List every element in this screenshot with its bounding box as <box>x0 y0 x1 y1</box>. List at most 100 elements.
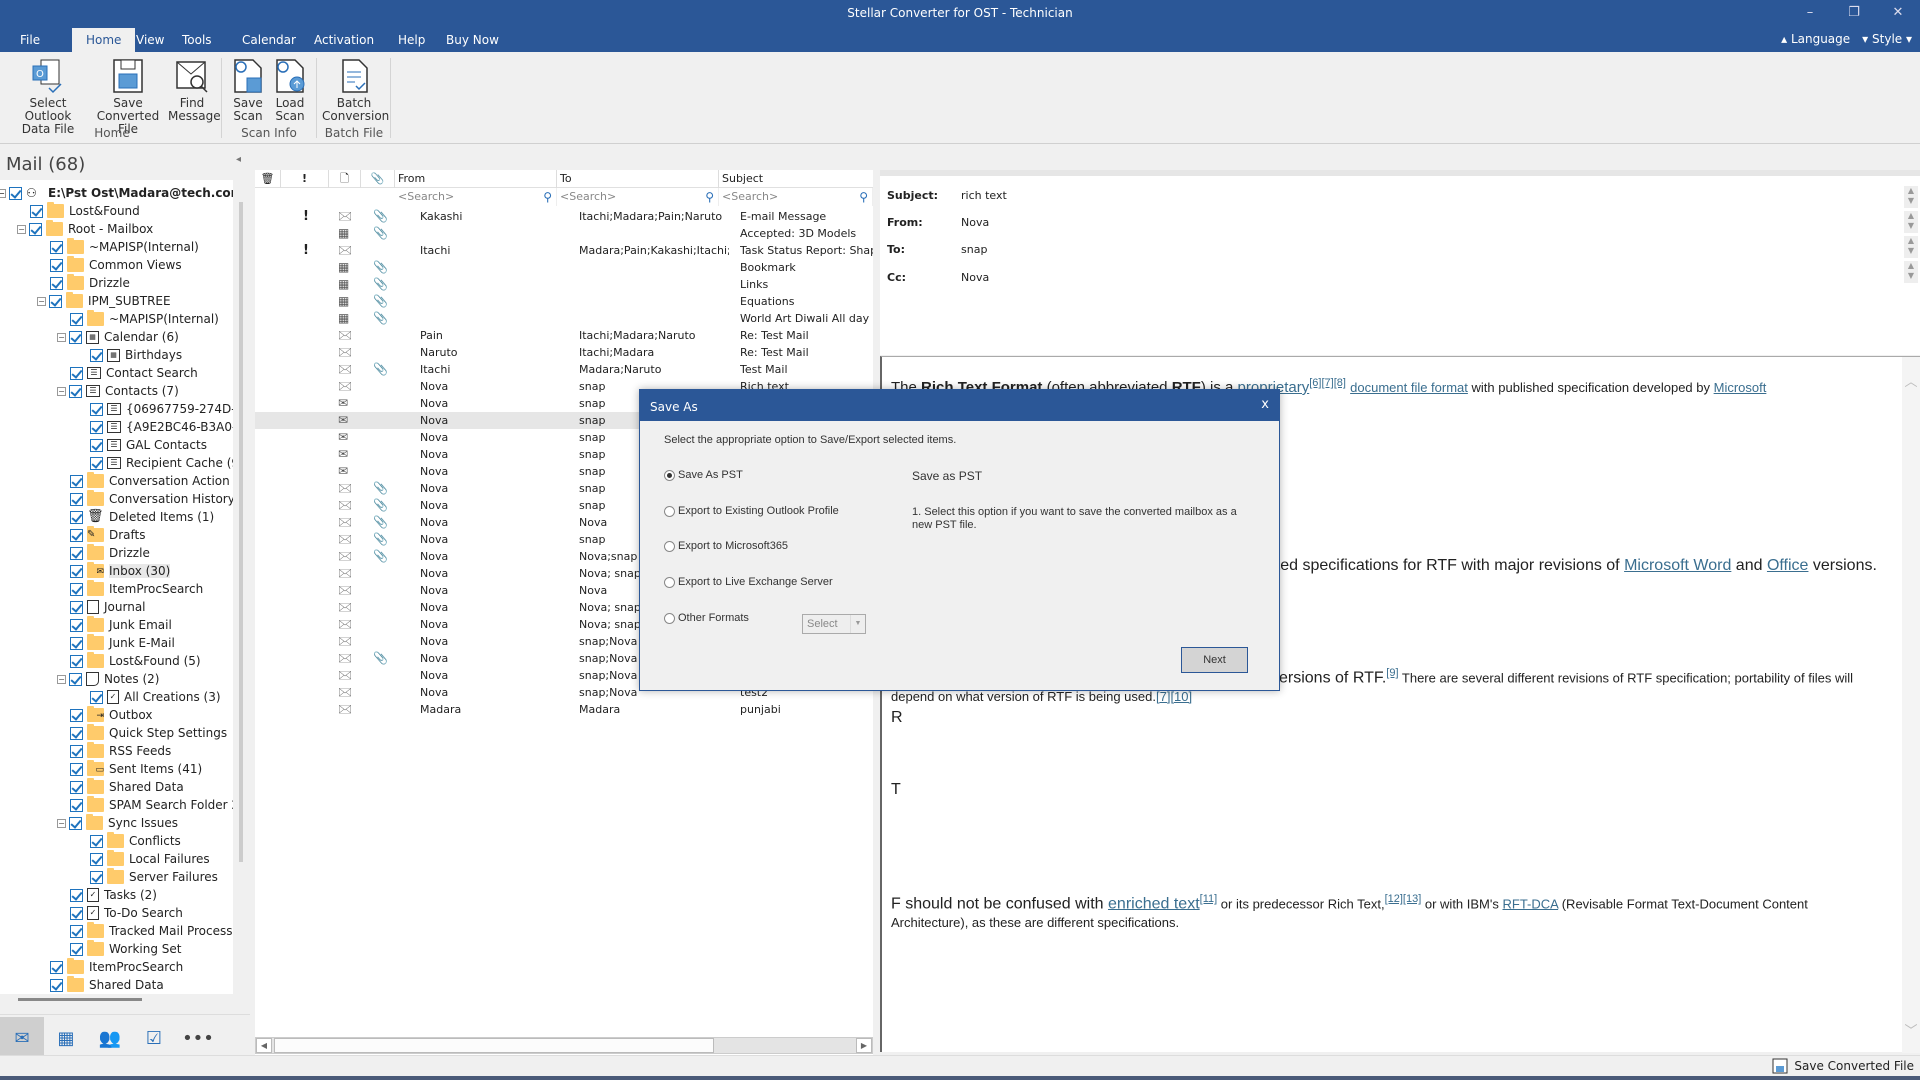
scroll-updown-icon[interactable]: ▲ ▼ <box>1904 186 1918 208</box>
tree-scrollbar[interactable] <box>239 202 243 862</box>
checkbox[interactable] <box>90 348 103 362</box>
radio-button[interactable] <box>664 612 675 624</box>
column-importance[interactable]: ! <box>281 170 329 188</box>
checkbox[interactable] <box>70 564 83 578</box>
checkbox[interactable] <box>70 600 83 614</box>
tree-item[interactable]: ⇥ Outbox <box>70 706 152 724</box>
tree-item[interactable]: Tracked Mail Processin <box>70 922 233 940</box>
option-other-formats[interactable]: Other Formats <box>664 612 749 624</box>
collapse-toggle-icon[interactable]: − <box>0 188 6 198</box>
next-button[interactable]: Next <box>1181 647 1248 673</box>
status-save-converted-button[interactable]: Save Converted File <box>1772 1058 1914 1074</box>
tree-item[interactable]: ✓ To-Do Search <box>70 904 183 922</box>
tree-horizontal-scrollbar[interactable] <box>18 998 142 1001</box>
checkbox[interactable] <box>69 384 82 398</box>
checkbox[interactable] <box>29 222 42 236</box>
citation-link[interactable]: [7][10] <box>1156 689 1192 704</box>
tree-item[interactable]: − ▦ Calendar (6) <box>57 328 179 346</box>
tree-item[interactable]: ✉ Inbox (30) <box>70 562 171 580</box>
tree-item[interactable]: ✓ Tasks (2) <box>70 886 157 904</box>
tree-item[interactable]: ✓ All Creations (3) <box>90 688 221 706</box>
collapse-toggle-icon[interactable]: − <box>37 296 46 306</box>
message-row[interactable]: ! 🖂 Itachi Madara;Pain;Kakashi;Itachi;N... T… <box>255 242 873 259</box>
collapse-toggle-icon[interactable]: − <box>17 224 26 234</box>
tree-item[interactable]: Shared Data <box>50 976 164 994</box>
tree-item[interactable]: − IPM_SUBTREE <box>37 292 171 310</box>
message-row[interactable]: 🖂 Madara Madara punjabi <box>255 701 873 718</box>
nav-tasks-button[interactable]: ☑ <box>132 1017 176 1061</box>
tree-item[interactable]: ☰ {A9E2BC46-B3A0-4 <box>90 418 233 436</box>
scroll-updown-icon[interactable]: ▲ ▼ <box>1904 211 1918 233</box>
style-menu[interactable]: ▾ Style ▾ <box>1862 27 1912 52</box>
checkbox[interactable] <box>90 438 103 452</box>
message-row[interactable]: ▦ 📎 Equations <box>255 293 873 310</box>
option-export-to-microsoft365[interactable]: Export to Microsoft365 <box>664 540 788 552</box>
save-scan-button[interactable]: Save Scan <box>228 58 268 123</box>
checkbox[interactable] <box>70 726 83 740</box>
tree-item[interactable]: − ⚇ E:\Pst Ost\Madara@tech.com - <box>0 184 233 202</box>
column-from[interactable]: From <box>395 170 557 188</box>
scroll-updown-icon[interactable]: ▲ ▼ <box>1904 236 1918 258</box>
from-search-input[interactable]: <Search> ⚲ <box>395 188 557 206</box>
checkbox[interactable] <box>50 960 63 974</box>
tree-item[interactable]: Conflicts <box>90 832 181 850</box>
tree-item[interactable]: RSS Feeds <box>70 742 171 760</box>
message-row[interactable]: ▦ 📎 World Art Diwali All day ever <box>255 310 873 327</box>
list-horizontal-scrollbar[interactable]: ◀ ▶ <box>255 1037 873 1054</box>
checkbox[interactable] <box>70 492 83 506</box>
column-type[interactable]: 🗋 <box>329 170 361 188</box>
checkbox[interactable] <box>70 924 83 938</box>
link-enriched-text[interactable]: enriched text <box>1108 895 1200 912</box>
checkbox[interactable] <box>70 546 83 560</box>
checkbox[interactable] <box>70 906 83 920</box>
checkbox[interactable] <box>90 456 103 470</box>
tree-item[interactable]: Lost&Found (5) <box>70 652 201 670</box>
scroll-down-icon[interactable]: ﹀ <box>1902 1020 1920 1039</box>
tree-item[interactable]: ~MAPISP(Internal) <box>50 238 199 256</box>
checkbox[interactable] <box>70 780 83 794</box>
column-attachment[interactable]: 📎 <box>361 170 395 188</box>
checkbox[interactable] <box>50 978 63 992</box>
find-message-button[interactable]: Find Message <box>168 58 221 123</box>
scroll-up-icon[interactable]: ︿ <box>1902 371 1920 390</box>
checkbox[interactable] <box>50 258 63 272</box>
collapse-toggle-icon[interactable]: − <box>57 332 66 342</box>
tree-item[interactable]: − Sync Issues <box>57 814 178 832</box>
link-microsoft-word[interactable]: Microsoft Word <box>1624 557 1731 574</box>
link-document-file-format[interactable]: document file format <box>1350 380 1468 395</box>
citation-link[interactable]: [12][13] <box>1385 893 1422 905</box>
tree-item[interactable]: ▦ Birthdays <box>90 346 182 364</box>
tree-item[interactable]: Server Failures <box>90 868 218 886</box>
tree-item[interactable]: ~MAPISP(Internal) <box>70 310 219 328</box>
checkbox[interactable] <box>69 330 82 344</box>
radio-button[interactable] <box>664 576 675 588</box>
tree-item[interactable]: ☰ Recipient Cache (9 <box>90 454 233 472</box>
tree-item[interactable]: Junk Email <box>70 616 172 634</box>
scroll-left-button[interactable]: ◀ <box>256 1038 272 1053</box>
checkbox[interactable] <box>70 888 83 902</box>
checkbox[interactable] <box>70 942 83 956</box>
message-row[interactable]: 🖂 Pain Itachi;Madara;Naruto Re: Test Mail <box>255 327 873 344</box>
checkbox[interactable] <box>90 690 103 704</box>
column-to[interactable]: To <box>557 170 719 188</box>
message-row[interactable]: ▦ 📎 Accepted: 3D Models <box>255 225 873 242</box>
option-export-to-live-exchange-server[interactable]: Export to Live Exchange Server <box>664 576 833 588</box>
checkbox[interactable] <box>90 834 103 848</box>
checkbox[interactable] <box>69 672 82 686</box>
checkbox[interactable] <box>69 816 82 830</box>
load-scan-button[interactable]: Load Scan <box>270 58 310 123</box>
link-office[interactable]: Office <box>1767 557 1809 574</box>
tree-item[interactable]: SPAM Search Folder 2 <box>70 796 233 814</box>
collapse-pane-button[interactable]: ◂ <box>236 154 241 165</box>
tree-item[interactable]: Local Failures <box>90 850 210 868</box>
tree-item[interactable]: Conversation History <box>70 490 233 508</box>
checkbox[interactable] <box>90 870 103 884</box>
checkbox[interactable] <box>70 762 83 776</box>
tree-item[interactable]: ✎ Drafts <box>70 526 146 544</box>
tree-item[interactable]: Working Set <box>70 940 181 958</box>
minimize-button[interactable]: – <box>1788 0 1832 27</box>
checkbox[interactable] <box>70 474 83 488</box>
checkbox[interactable] <box>70 510 83 524</box>
scroll-right-button[interactable]: ▶ <box>856 1038 872 1053</box>
other-formats-select[interactable]: Select ▼ <box>802 614 866 634</box>
